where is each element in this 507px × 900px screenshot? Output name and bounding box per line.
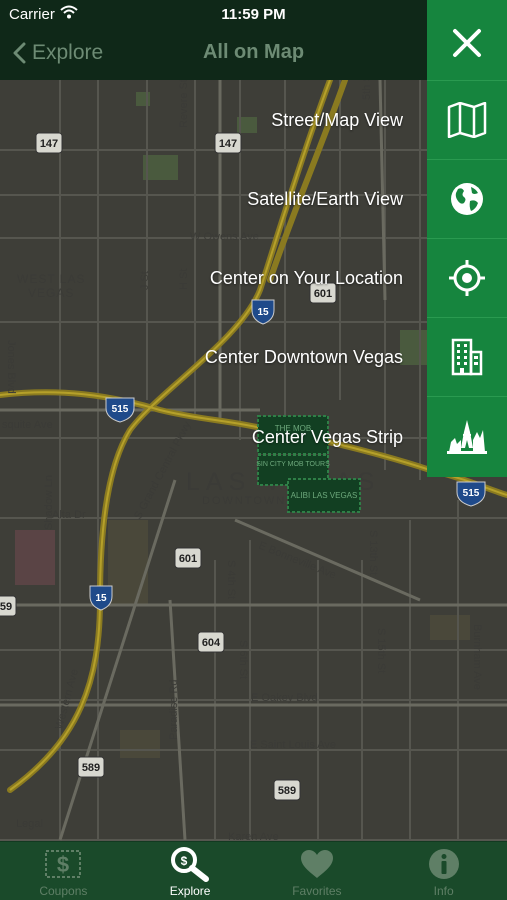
coupon-icon: $ xyxy=(45,850,82,878)
tab-label: Explore xyxy=(169,884,211,898)
tab-bar: $ Coupons $ Explore Favorites Info xyxy=(0,841,507,900)
center-vegas-strip-button[interactable] xyxy=(427,396,507,475)
info-icon xyxy=(428,849,459,879)
svg-text:$: $ xyxy=(57,852,69,877)
tab-label: Coupons xyxy=(39,884,88,898)
street-map-view-button[interactable] xyxy=(427,80,507,159)
building-icon xyxy=(451,338,483,376)
center-downtown-button[interactable] xyxy=(427,317,507,396)
heart-icon xyxy=(300,850,333,878)
menu-label-center-on-location[interactable]: Center on Your Location xyxy=(210,268,403,289)
tab-explore[interactable]: $ Explore xyxy=(127,842,254,900)
menu-label-center-downtown[interactable]: Center Downtown Vegas xyxy=(205,347,403,368)
tab-coupons[interactable]: $ Coupons xyxy=(0,842,127,900)
menu-label-center-vegas-strip[interactable]: Center Vegas Strip xyxy=(252,427,403,448)
tab-label: Favorites xyxy=(292,884,342,898)
tab-info[interactable]: Info xyxy=(380,842,507,900)
svg-text:$: $ xyxy=(181,854,188,868)
crosshair-icon xyxy=(449,260,485,296)
menu-label-satellite-view[interactable]: Satellite/Earth View xyxy=(247,189,403,210)
explore-magnifier-icon: $ xyxy=(171,847,210,882)
skyline-icon xyxy=(447,420,487,454)
close-menu-button[interactable] xyxy=(427,0,507,80)
globe-icon xyxy=(451,183,483,215)
map-icon xyxy=(447,102,487,138)
satellite-view-button[interactable] xyxy=(427,159,507,238)
tab-label: Info xyxy=(433,884,454,898)
tab-favorites[interactable]: Favorites xyxy=(254,842,381,900)
close-icon xyxy=(453,29,481,57)
center-on-location-button[interactable] xyxy=(427,238,507,317)
menu-label-street-map-view[interactable]: Street/Map View xyxy=(271,110,403,131)
